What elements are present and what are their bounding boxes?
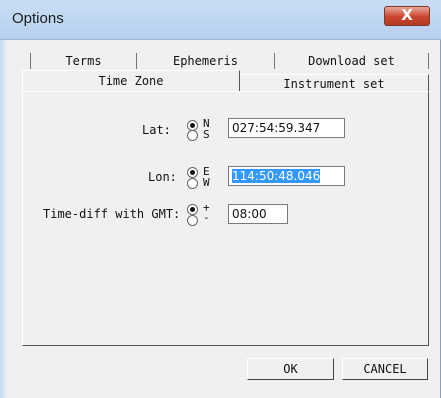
time-zone-panel: Lat: N S 027:54:59.347 Lon: E W 114:50:4… [22, 91, 429, 346]
tab-ephemeris[interactable]: Ephemeris [136, 53, 274, 69]
gmt-input[interactable]: 08:00 [228, 204, 288, 224]
lon-input[interactable]: 114:50:48.046 [228, 166, 345, 186]
close-button[interactable]: X [384, 6, 430, 26]
ok-button[interactable]: OK [247, 358, 334, 380]
lon-west-radio[interactable] [187, 178, 198, 189]
tab-row-back: Terms Ephemeris Download set [30, 53, 429, 69]
lat-south-label: S [203, 128, 210, 141]
window-title: Options [12, 10, 64, 27]
lon-east-radio[interactable] [187, 167, 198, 178]
cancel-button[interactable]: CANCEL [342, 358, 428, 380]
lat-label: Lat: [142, 123, 171, 137]
window-edge [0, 40, 6, 398]
gmt-label: Time-diff with GMT: [43, 207, 181, 221]
tab-row-front: Time Zone Instrument set [22, 70, 429, 92]
options-dialog: Options X Terms Ephemeris Download set T… [0, 0, 441, 398]
lon-input-value: 114:50:48.046 [232, 169, 321, 183]
tab-terms[interactable]: Terms [30, 53, 136, 69]
lat-input[interactable]: 027:54:59.347 [228, 118, 345, 138]
lon-west-label: W [203, 176, 210, 189]
tab-time-zone[interactable]: Time Zone [22, 70, 240, 92]
title-bar[interactable]: Options X [0, 0, 441, 40]
gmt-plus-radio[interactable] [187, 204, 198, 215]
gmt-minus-label: - [203, 211, 210, 224]
tab-download-set[interactable]: Download set [274, 53, 429, 69]
tab-instrument-set[interactable]: Instrument set [240, 74, 429, 92]
close-icon: X [401, 6, 413, 24]
lon-label: Lon: [148, 170, 177, 184]
lat-south-radio[interactable] [187, 130, 198, 141]
gmt-minus-radio[interactable] [187, 215, 198, 226]
